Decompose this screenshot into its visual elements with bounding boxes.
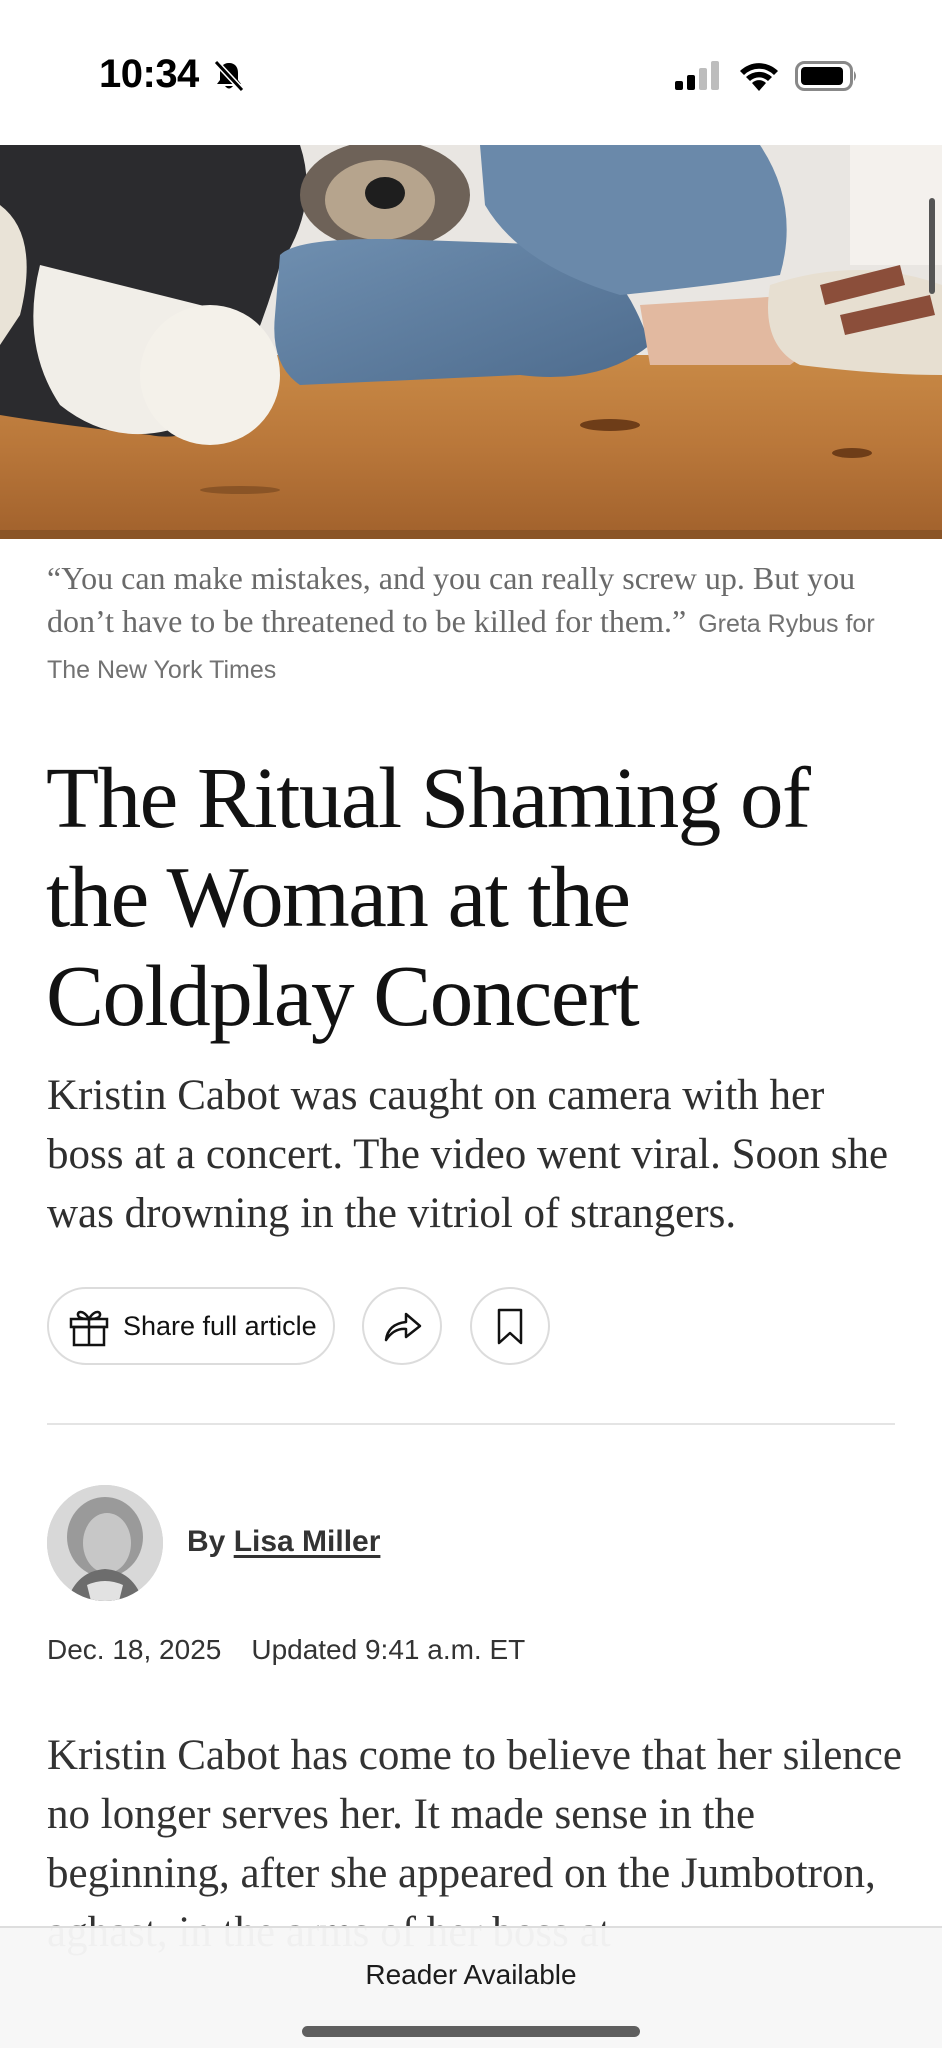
reader-bar[interactable]: Reader Available [0,1926,942,2048]
scroll-indicator[interactable] [929,198,935,294]
battery-icon [795,61,856,91]
cellular-signal-icon [675,61,719,90]
status-bar: 10:34 [0,0,942,145]
bookmark-icon [497,1308,523,1345]
share-full-article-button[interactable]: Share full article [47,1287,335,1365]
article-headline: The Ritual Shaming of the Woman at the C… [46,749,811,1044]
hero-image[interactable] [0,145,942,539]
wifi-icon [740,63,778,91]
share-button[interactable] [362,1287,442,1365]
article-summary: Kristin Cabot was caught on camera with … [47,1072,889,1237]
publish-date: Dec. 18, 2025 [47,1634,222,1665]
hero-photo [0,145,942,539]
gift-icon [69,1310,109,1347]
image-caption: “You can make mistakes, and you can real… [47,557,907,692]
dateline: Dec. 18, 2025 Updated 9:41 a.m. ET [47,1634,525,1666]
bookmark-button[interactable] [470,1287,550,1365]
byline: By Lisa Miller [187,1525,380,1559]
divider [47,1423,895,1425]
author-link[interactable]: Lisa Miller [234,1525,381,1558]
byline-prefix: By [187,1525,234,1558]
updated-time: Updated 9:41 a.m. ET [251,1634,526,1665]
bell-slash-icon [213,59,245,93]
status-time: 10:34 [99,52,199,96]
author-photo [47,1485,163,1601]
share-arrow-icon [384,1312,422,1342]
home-indicator[interactable] [302,2026,640,2037]
author-avatar[interactable] [47,1485,163,1601]
share-full-article-label: Share full article [123,1310,317,1341]
reader-available-label[interactable]: Reader Available [0,1959,942,1991]
